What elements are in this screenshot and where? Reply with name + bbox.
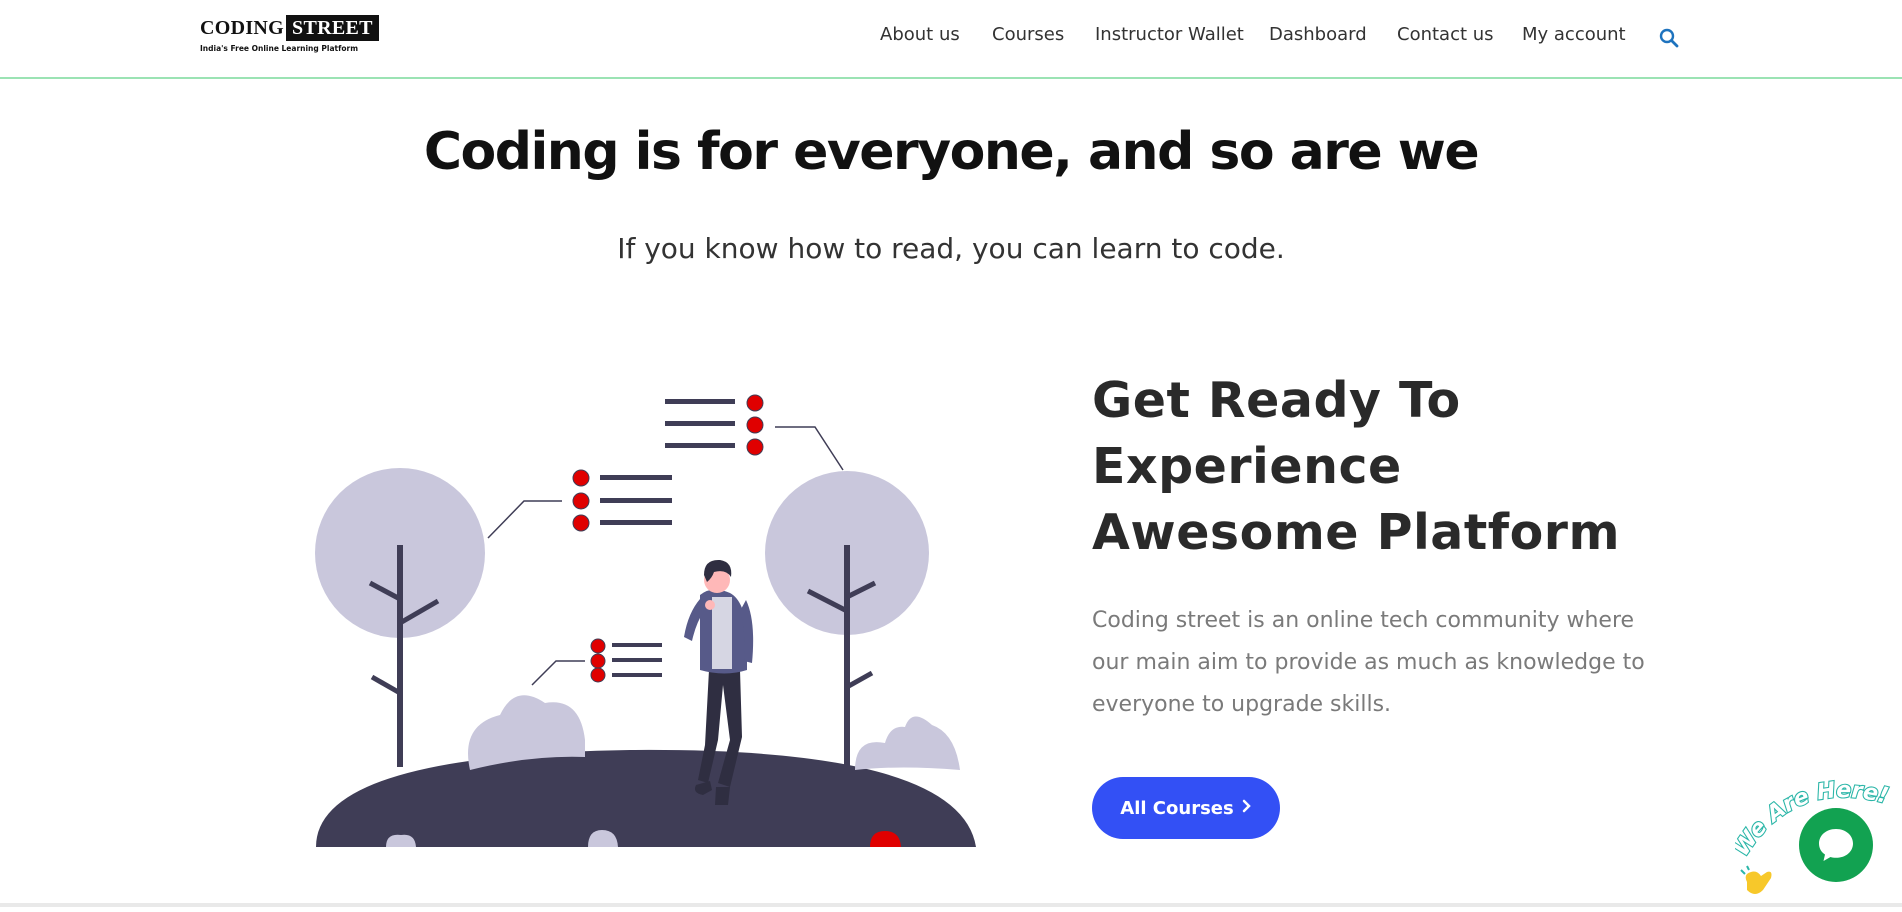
logo-street-text: STREET [286, 15, 379, 41]
waving-hand-icon [1740, 865, 1772, 894]
feature-title: Get Ready To Experience Awesome Platform [1092, 368, 1652, 566]
site-logo[interactable]: CODING STREET India's Free Online Learni… [200, 15, 379, 55]
site-header: CODING STREET India's Free Online Learni… [0, 0, 1902, 79]
feature-title-line: Awesome Platform [1092, 504, 1621, 561]
nav-item-contact-us[interactable]: Contact us [1397, 24, 1494, 45]
nav-item-my-account[interactable]: My account [1522, 24, 1626, 45]
nav-item-about-us[interactable]: About us [880, 24, 960, 45]
search-icon[interactable] [1658, 27, 1680, 49]
hero-illustration [300, 385, 990, 855]
feature-description: Coding street is an online tech communit… [1092, 608, 1645, 717]
all-courses-button-label: All Courses [1120, 797, 1234, 819]
logo-tagline: India's Free Online Learning Platform [200, 44, 359, 53]
all-courses-button[interactable]: All Courses [1092, 777, 1280, 839]
feature-title-line: Experience [1092, 438, 1402, 495]
nav-item-dashboard[interactable]: Dashboard [1269, 24, 1367, 45]
nav-item-instructor-wallet[interactable]: Instructor Wallet [1095, 24, 1244, 45]
chat-widget[interactable]: We Are Here! [1728, 760, 1902, 907]
nav-item-courses[interactable]: Courses [992, 24, 1064, 45]
page-bottom-divider [0, 903, 1902, 907]
chat-icon[interactable] [1799, 808, 1873, 882]
logo-wordmark: CODING STREET [200, 15, 379, 41]
hero-subtitle: If you know how to read, you can learn t… [617, 232, 1285, 265]
chevron-right-icon [1242, 799, 1252, 817]
feature-title-line: Get Ready To [1092, 372, 1461, 429]
logo-coding-text: CODING [200, 16, 285, 39]
hero-title: Coding is for everyone, and so are we [423, 122, 1480, 182]
